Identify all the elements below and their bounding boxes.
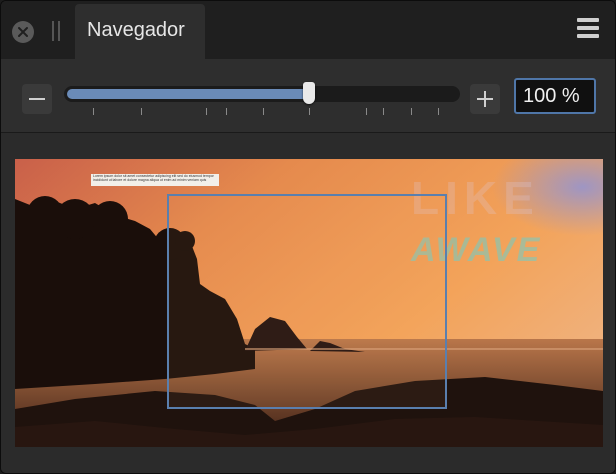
slider-tick [411, 108, 412, 115]
zoom-out-button[interactable] [22, 84, 52, 114]
zoom-slider-fill [67, 89, 309, 99]
close-icon [18, 27, 28, 37]
zoom-value-field[interactable]: 100 % [514, 78, 596, 114]
document-thumbnail[interactable]: Lorem ipsum dolor sit amet consectetur a… [15, 159, 603, 447]
slider-tick [206, 108, 207, 115]
zoom-value-text: 100 % [523, 85, 580, 107]
slider-tick [93, 108, 94, 115]
slider-tick [366, 108, 367, 115]
close-panel-button[interactable] [12, 21, 34, 43]
panel-header: Navegador [1, 1, 615, 59]
drag-handle-icon[interactable] [52, 21, 60, 41]
caption-line-2: incididunt ut labore et dolore magna ali… [93, 178, 207, 182]
slider-tick [263, 108, 264, 115]
panel-menu-button[interactable] [577, 18, 599, 40]
zoom-slider-thumb[interactable] [303, 82, 315, 104]
tab-label: Navegador [87, 19, 185, 41]
tab-navigator[interactable]: Navegador [75, 4, 205, 59]
caption-text-block: Lorem ipsum dolor sit amet consectetur a… [91, 174, 219, 186]
zoom-toolbar: 100 % [1, 59, 615, 133]
slider-tick [438, 108, 439, 115]
slider-tick [226, 108, 227, 115]
slider-tick [383, 108, 384, 115]
minus-icon [29, 98, 45, 100]
navigator-panel: Navegador 100 % Lorem ipsum dolor sit am… [0, 0, 616, 474]
slider-tick [141, 108, 142, 115]
navigator-preview-area: Lorem ipsum dolor sit amet consectetur a… [1, 133, 615, 473]
zoom-slider-track[interactable] [64, 86, 460, 102]
slider-tick [309, 108, 310, 115]
visible-area-rectangle[interactable] [167, 194, 447, 409]
zoom-in-button[interactable] [470, 84, 500, 114]
